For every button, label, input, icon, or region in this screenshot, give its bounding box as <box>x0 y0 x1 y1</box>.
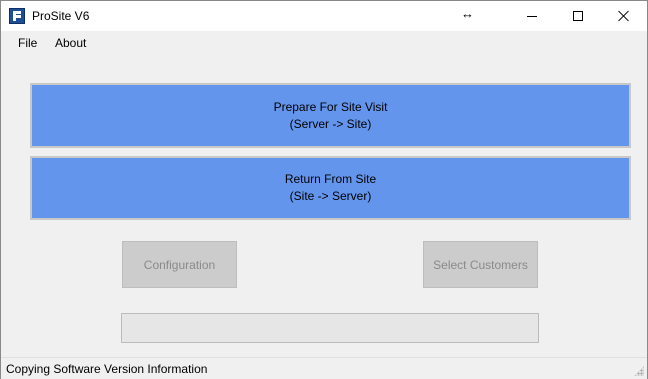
prepare-button-subtitle: (Server -> Site) <box>289 116 372 131</box>
close-icon <box>618 10 630 22</box>
title-bar[interactable]: ProSite V6 ↔ <box>1 1 647 31</box>
return-button-subtitle: (Site -> Server) <box>289 189 372 203</box>
close-button[interactable] <box>601 1 647 31</box>
menu-about[interactable]: About <box>55 36 86 50</box>
menu-bar: File About <box>1 31 647 55</box>
status-bar: Copying Software Version Information <box>1 357 647 379</box>
status-text: Copying Software Version Information <box>6 362 208 376</box>
prosite-app-icon <box>9 8 25 24</box>
app-window: ProSite V6 ↔ File About Prepare For Site… <box>0 0 648 379</box>
minimize-icon <box>527 15 537 17</box>
prepare-button-title: Prepare For Site Visit <box>273 99 388 114</box>
select-customers-button[interactable]: Select Customers <box>423 241 538 288</box>
configuration-button[interactable]: Configuration <box>122 241 237 288</box>
horizontal-resize-cursor-icon: ↔ <box>461 6 474 21</box>
menu-file[interactable]: File <box>18 36 37 50</box>
progress-bar <box>121 313 539 343</box>
minimize-button[interactable] <box>509 1 555 31</box>
maximize-icon <box>573 11 583 21</box>
return-button-title: Return From Site <box>284 172 377 186</box>
resize-grip-icon[interactable] <box>634 366 644 376</box>
prepare-for-site-visit-button[interactable]: Prepare For Site Visit (Server -> Site) <box>30 83 631 148</box>
window-title: ProSite V6 <box>32 9 90 23</box>
return-from-site-button[interactable]: Return From Site (Site -> Server) <box>30 156 631 220</box>
maximize-button[interactable] <box>555 1 601 31</box>
